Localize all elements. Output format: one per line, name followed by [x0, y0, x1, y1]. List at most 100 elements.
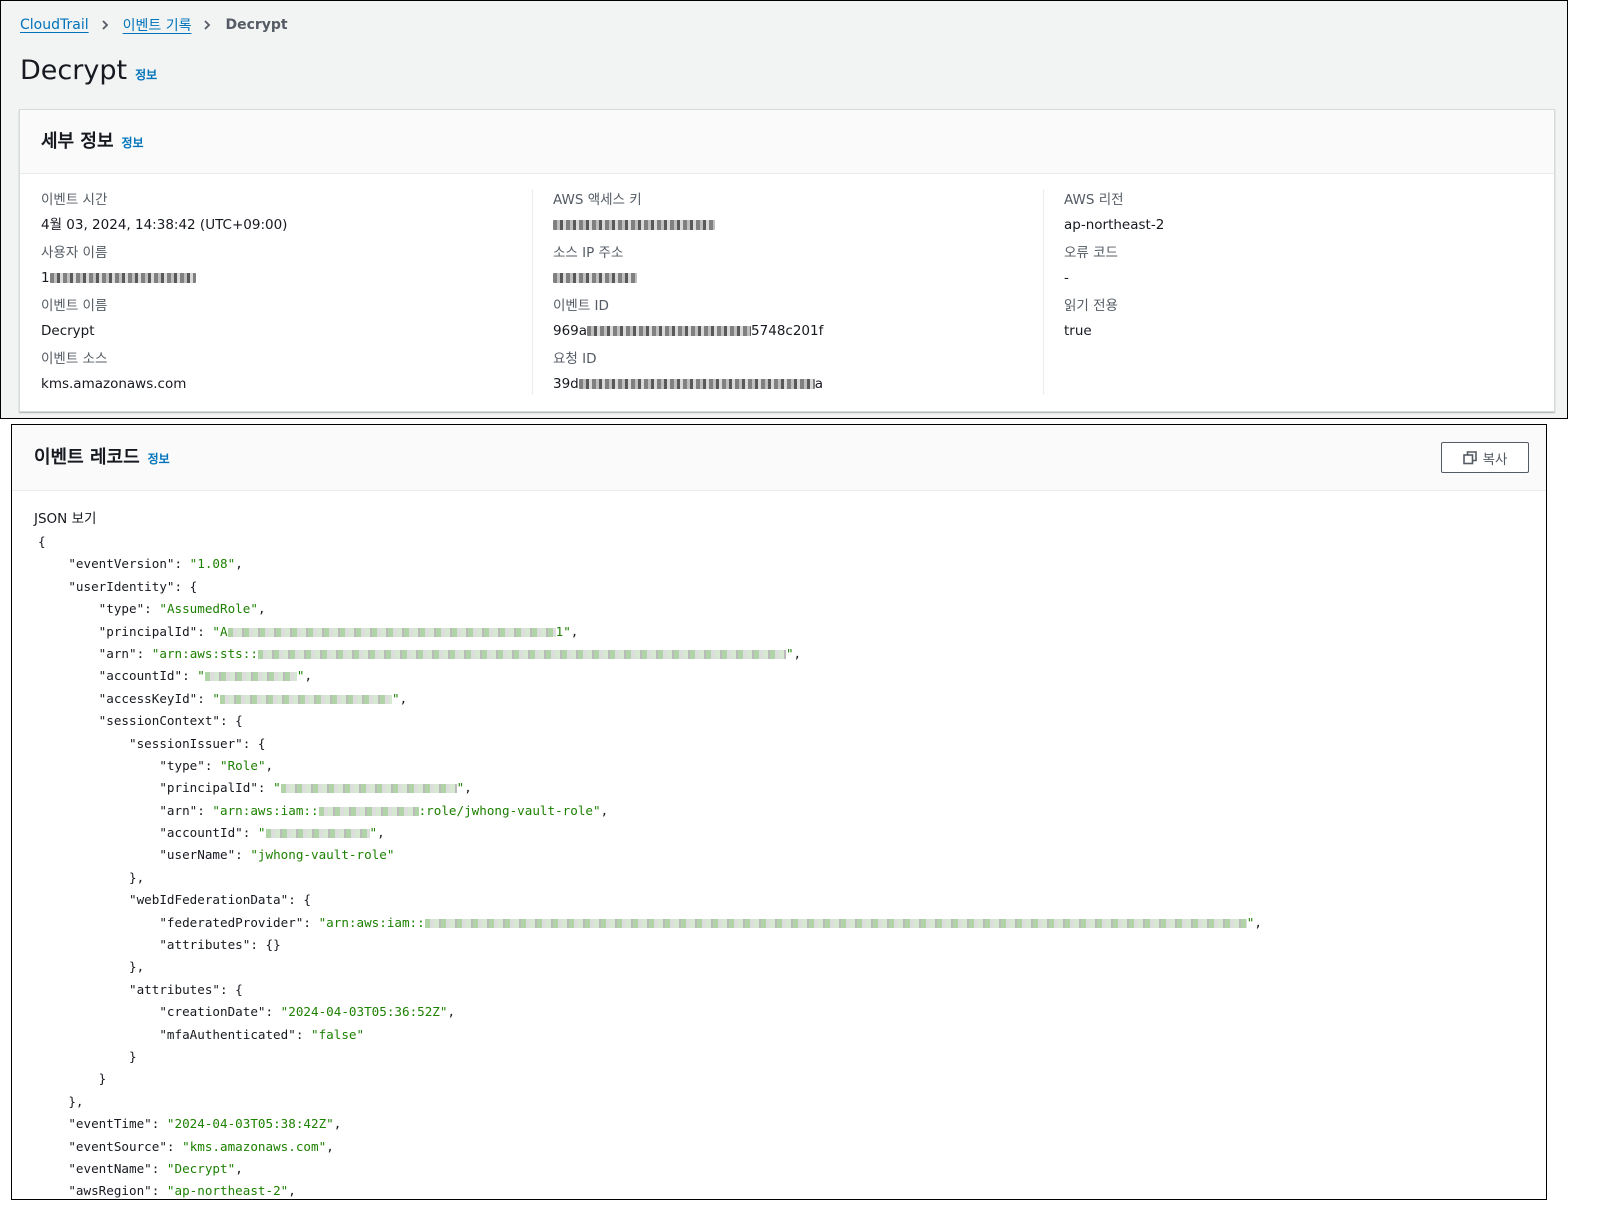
json-view-label: JSON 보기 [34, 511, 97, 527]
json-line: } [38, 1071, 107, 1087]
detail-value-prefix: 969a [553, 323, 588, 339]
detail-label: 이벤트 소스 [41, 351, 108, 367]
json-line: }, [38, 1093, 84, 1109]
detail-label: 이벤트 ID [553, 298, 609, 314]
details-columns: 이벤트 시간 4월 03, 2024, 14:38:42 (UTC+09:00)… [20, 189, 1554, 401]
detail-value: 39d a [553, 372, 1044, 396]
json-line: "sessionIssuer": { [129, 735, 266, 751]
json-line: "eventVersion": "1.08", [68, 556, 243, 572]
redacted-value [553, 220, 715, 230]
json-line: "userName": "jwhong-vault-role" [159, 847, 395, 863]
json-line: "accountId": " ", [98, 668, 313, 684]
chevron-right-icon [204, 20, 211, 30]
detail-label: 읽기 전용 [1064, 298, 1118, 314]
details-column-3: AWS 리전 ap-northeast-2 오류 코드 - 읽기 전용 true [1043, 189, 1543, 395]
redacted-value [227, 627, 556, 637]
detail-label: 소스 IP 주소 [553, 245, 624, 261]
detail-value-suffix: a [814, 376, 824, 392]
detail-label: 오류 코드 [1064, 245, 1118, 261]
redacted-value [424, 918, 1247, 928]
redacted-value [257, 649, 786, 659]
json-line: "attributes": {} [159, 937, 281, 953]
detail-request-id: 요청 ID 39d a [553, 348, 1044, 401]
json-line: "principalId": " ", [159, 780, 472, 796]
copy-button[interactable]: 복사 [1441, 442, 1529, 473]
detail-read-only: 읽기 전용 true [1064, 295, 1543, 348]
detail-event-name: 이벤트 이름 Decrypt [41, 295, 531, 348]
detail-source-ip: 소스 IP 주소 [553, 242, 1044, 295]
json-line: "eventName": "Decrypt", [68, 1160, 243, 1176]
record-header: 이벤트 레코드 정보 복사 [12, 425, 1546, 491]
redacted-value [318, 806, 419, 816]
detail-value: kms.amazonaws.com [41, 376, 187, 392]
json-line: "accessKeyId": " ", [98, 690, 408, 706]
json-line: "accountId": " ", [159, 825, 385, 841]
redacted-value [204, 672, 297, 682]
redacted-value [49, 273, 196, 283]
detail-error-code: 오류 코드 - [1064, 242, 1543, 295]
breadcrumb-event-history[interactable]: 이벤트 기록 [123, 15, 192, 35]
detail-value: Decrypt [41, 323, 95, 339]
detail-aws-region: AWS 리전 ap-northeast-2 [1064, 189, 1543, 242]
detail-user-name: 사용자 이름 1 [41, 242, 531, 295]
breadcrumb: CloudTrail 이벤트 기록 Decrypt [20, 15, 288, 35]
redacted-value [265, 829, 370, 839]
json-viewer: { "eventVersion": "1.08", "userIdentity"… [38, 531, 1536, 1199]
json-line: "principalId": "A 1", [98, 623, 579, 639]
redacted-value [553, 273, 637, 283]
json-line: }, [38, 959, 145, 975]
breadcrumb-cloudtrail[interactable]: CloudTrail [20, 17, 89, 33]
detail-event-time: 이벤트 시간 4월 03, 2024, 14:38:42 (UTC+09:00) [41, 189, 531, 242]
json-line: "arn": "arn:aws:sts:: ", [98, 645, 802, 661]
detail-label: 이벤트 이름 [41, 298, 108, 314]
details-header: 세부 정보 정보 [20, 110, 1554, 174]
redacted-value [220, 694, 393, 704]
json-line: "sessionContext": { [98, 713, 243, 729]
record-title: 이벤트 레코드 [34, 447, 140, 468]
json-line: }, [38, 869, 145, 885]
detail-value: true [1064, 323, 1092, 339]
details-title: 세부 정보 [41, 131, 114, 152]
detail-event-id: 이벤트 ID 969a 5748c201f [553, 295, 1044, 348]
chevron-right-icon [101, 20, 108, 30]
breadcrumb-current: Decrypt [225, 17, 288, 33]
json-line: "type": "AssumedRole", [98, 601, 266, 617]
page-header: Decrypt 정보 [20, 55, 157, 86]
json-line: } [38, 1048, 137, 1064]
detail-access-key: AWS 액세스 키 [553, 189, 1044, 242]
detail-value-suffix: 5748c201f [751, 323, 824, 339]
json-line: "userIdentity": { [68, 578, 198, 594]
detail-value: 1 [41, 266, 531, 290]
detail-label: AWS 리전 [1064, 192, 1124, 208]
detail-value [553, 213, 1044, 237]
json-line: "eventTime": "2024-04-03T05:38:42Z", [68, 1116, 342, 1132]
copy-icon [1462, 450, 1477, 464]
detail-event-source: 이벤트 소스 kms.amazonaws.com [41, 348, 531, 401]
detail-value-prefix: 39d [553, 376, 579, 392]
json-line: "arn": "arn:aws:iam:::role/jwhong-vault-… [159, 802, 609, 818]
json-line: "webIdFederationData": { [129, 892, 311, 908]
detail-value: 4월 03, 2024, 14:38:42 (UTC+09:00) [41, 217, 288, 233]
json-line: "mfaAuthenticated": "false" [159, 1026, 365, 1042]
detail-label: 이벤트 시간 [41, 192, 108, 208]
json-line: "attributes": { [129, 981, 243, 997]
copy-button-label: 복사 [1482, 451, 1508, 468]
detail-value: 969a 5748c201f [553, 319, 1044, 343]
page-title: Decrypt [20, 55, 128, 86]
json-line: "federatedProvider": "arn:aws:iam:: ", [159, 914, 1262, 930]
json-line: "awsRegion": "ap-northeast-2", [68, 1183, 296, 1199]
record-info-link[interactable]: 정보 [148, 450, 170, 467]
redacted-value [578, 379, 815, 389]
details-info-link[interactable]: 정보 [122, 134, 144, 151]
page-info-link[interactable]: 정보 [135, 66, 157, 83]
json-line: { [38, 534, 46, 549]
detail-value: - [1064, 270, 1069, 286]
redacted-value [587, 326, 752, 336]
details-column-2: AWS 액세스 키 소스 IP 주소 이벤트 ID 969a 5748c201f … [532, 189, 1044, 395]
redacted-value [280, 784, 457, 794]
top-panel: CloudTrail 이벤트 기록 Decrypt Decrypt 정보 세부 … [0, 0, 1568, 419]
event-record-panel: 이벤트 레코드 정보 복사 JSON 보기 { "eventVersion": … [11, 424, 1547, 1200]
detail-value-prefix: 1 [41, 270, 50, 286]
json-line: "eventSource": "kms.amazonaws.com", [68, 1138, 334, 1154]
detail-label: AWS 액세스 키 [553, 192, 642, 208]
